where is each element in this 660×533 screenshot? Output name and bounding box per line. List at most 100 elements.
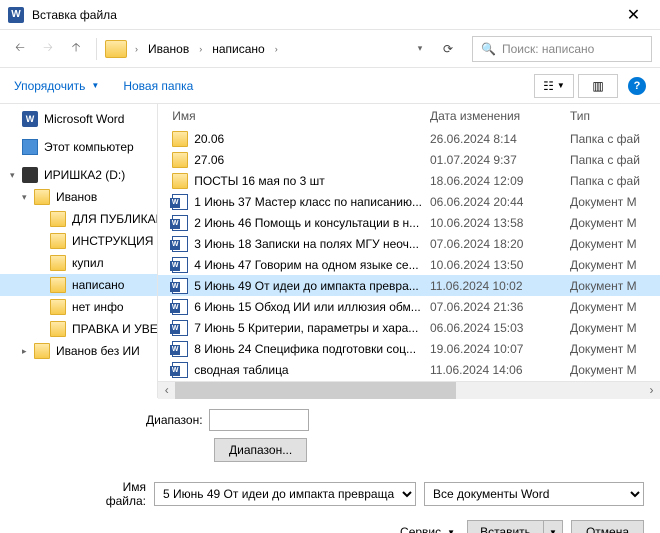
address-bar[interactable]: › Иванов › написано › (105, 37, 404, 61)
expand-icon[interactable]: ▾ (22, 192, 32, 203)
tree-item[interactable]: ▸Иванов без ИИ (0, 340, 157, 362)
file-date: 06.06.2024 20:44 (430, 195, 570, 209)
forward-button[interactable]: 🡢 (36, 37, 60, 61)
file-type: Документ M (570, 300, 660, 314)
tree-item[interactable]: ДЛЯ ПУБЛИКАЦИИ (0, 208, 157, 230)
file-row[interactable]: 27.0601.07.2024 9:37Папка с фай (158, 149, 660, 170)
chevron-right-icon[interactable]: › (195, 44, 206, 54)
close-button[interactable]: ✕ (611, 0, 656, 30)
file-date: 18.06.2024 12:09 (430, 174, 570, 188)
file-type: Документ M (570, 279, 660, 293)
file-row[interactable]: сводная таблица11.06.2024 14:06Документ … (158, 359, 660, 380)
file-name: 8 Июнь 24 Специфика подготовки соц... (194, 342, 430, 356)
file-name: сводная таблица (194, 363, 430, 377)
tree-item-label: ИРИШКА2 (D:) (44, 168, 125, 182)
tree-item-label: нет инфо (72, 300, 124, 314)
col-name[interactable]: Имя (172, 109, 430, 123)
chevron-down-icon: ▼ (91, 81, 99, 90)
file-date: 07.06.2024 21:36 (430, 300, 570, 314)
file-name: 1 Июнь 37 Мастер класс по написанию... (194, 195, 430, 209)
new-folder-button[interactable]: Новая папка (123, 79, 193, 93)
tree-item[interactable]: ПРАВКА И УВЕ (0, 318, 157, 340)
search-placeholder: Поиск: написано (502, 42, 594, 56)
help-button[interactable]: ? (628, 77, 646, 95)
file-row[interactable]: 1 Июнь 37 Мастер класс по написанию...06… (158, 191, 660, 212)
file-row[interactable]: ПОСТЫ 16 мая по 3 шт18.06.2024 12:09Папк… (158, 170, 660, 191)
refresh-button[interactable]: ⟳ (436, 37, 460, 61)
word-icon: W (22, 111, 38, 127)
address-dropdown[interactable]: ▾ (408, 37, 432, 61)
preview-pane-button[interactable]: ▥ (578, 74, 618, 98)
word-doc-icon (172, 194, 188, 210)
range-button[interactable]: Диапазон... (214, 438, 307, 462)
search-input[interactable]: 🔍 Поиск: написано (472, 36, 652, 62)
range-input[interactable] (209, 409, 309, 431)
expand-icon[interactable]: ▾ (10, 170, 20, 181)
insert-dropdown[interactable]: ▼ (544, 521, 562, 533)
chevron-right-icon[interactable]: › (271, 44, 282, 54)
service-label: Сервис (400, 525, 441, 533)
file-filter[interactable]: Все документы Word (424, 482, 644, 506)
tree-item[interactable]: ▾Иванов (0, 186, 157, 208)
file-type: Документ M (570, 237, 660, 251)
file-name: 3 Июнь 18 Записки на полях МГУ неоч... (194, 237, 430, 251)
back-button[interactable]: 🡠 (8, 37, 32, 61)
insert-button[interactable]: Вставить ▼ (467, 520, 563, 533)
tree-item[interactable]: W Microsoft Word (0, 108, 157, 130)
filename-input[interactable]: 5 Июнь 49 От идеи до импакта превраща (154, 482, 416, 506)
scroll-thumb[interactable] (175, 382, 456, 399)
organize-menu[interactable]: Упорядочить ▼ (14, 79, 99, 93)
breadcrumb-seg[interactable]: написано (206, 37, 270, 61)
tree-item[interactable]: ИНСТРУКЦИЯ (0, 230, 157, 252)
chevron-right-icon[interactable]: › (131, 44, 142, 54)
file-name: ПОСТЫ 16 мая по 3 шт (194, 174, 430, 188)
tree-item[interactable]: Этот компьютер (0, 136, 157, 158)
horizontal-scrollbar[interactable]: ‹ › (158, 381, 660, 398)
file-date: 26.06.2024 8:14 (430, 132, 570, 146)
file-type: Папка с фай (570, 153, 660, 167)
folder-icon (50, 321, 66, 337)
col-date[interactable]: Дата изменения (430, 109, 570, 123)
word-doc-icon (172, 341, 188, 357)
tree-item[interactable]: написано (0, 274, 157, 296)
file-row[interactable]: 8 Июнь 24 Специфика подготовки соц...19.… (158, 338, 660, 359)
folder-icon (50, 255, 66, 271)
tree-item[interactable]: ▾ ИРИШКА2 (D:) (0, 164, 157, 186)
breadcrumb-seg[interactable]: Иванов (142, 37, 195, 61)
insert-label[interactable]: Вставить (468, 521, 544, 533)
file-date: 06.06.2024 15:03 (430, 321, 570, 335)
col-type[interactable]: Тип (570, 109, 660, 123)
folder-icon (50, 299, 66, 315)
scroll-right-icon[interactable]: › (643, 382, 660, 399)
file-type: Документ M (570, 363, 660, 377)
column-headers[interactable]: Имя Дата изменения Тип (158, 104, 660, 128)
view-mode-button[interactable]: ☷ ▼ (534, 74, 574, 98)
service-menu[interactable]: Сервис ▼ (400, 525, 455, 533)
file-row[interactable]: 5 Июнь 49 От идеи до импакта превра...11… (158, 275, 660, 296)
tree-item[interactable]: купил (0, 252, 157, 274)
pc-icon (22, 139, 38, 155)
search-icon: 🔍 (481, 42, 496, 56)
word-doc-icon (172, 278, 188, 294)
file-row[interactable]: 3 Июнь 18 Записки на полях МГУ неоч...07… (158, 233, 660, 254)
folder-icon (172, 173, 188, 189)
folder-tree[interactable]: W Microsoft Word Этот компьютер ▾ ИРИШКА2 (D… (0, 104, 158, 398)
tree-item-label: ПРАВКА И УВЕ (72, 322, 157, 336)
file-row[interactable]: 4 Июнь 47 Говорим на одном языке се...10… (158, 254, 660, 275)
file-row[interactable]: 6 Июнь 15 Обход ИИ или иллюзия обм...07.… (158, 296, 660, 317)
tree-item-label: Microsoft Word (44, 112, 124, 126)
file-list[interactable]: 20.0626.06.2024 8:14Папка с фай27.0601.0… (158, 128, 660, 381)
range-label: Диапазон: (146, 413, 203, 427)
up-button[interactable]: 🡡 (64, 37, 88, 61)
file-row[interactable]: 7 Июнь 5 Критерии, параметры и хара...06… (158, 317, 660, 338)
expand-icon[interactable]: ▸ (22, 346, 32, 357)
file-row[interactable]: 2 Июнь 46 Помощь и консультации в н...10… (158, 212, 660, 233)
cancel-button[interactable]: Отмена (571, 520, 644, 533)
drive-icon (22, 167, 38, 183)
tree-item[interactable]: нет инфо (0, 296, 157, 318)
tree-item-label: ИНСТРУКЦИЯ (72, 234, 153, 248)
new-folder-label: Новая папка (123, 79, 193, 93)
scroll-left-icon[interactable]: ‹ (158, 382, 175, 399)
file-row[interactable]: 20.0626.06.2024 8:14Папка с фай (158, 128, 660, 149)
dialog-title: Вставка файла (32, 8, 611, 22)
